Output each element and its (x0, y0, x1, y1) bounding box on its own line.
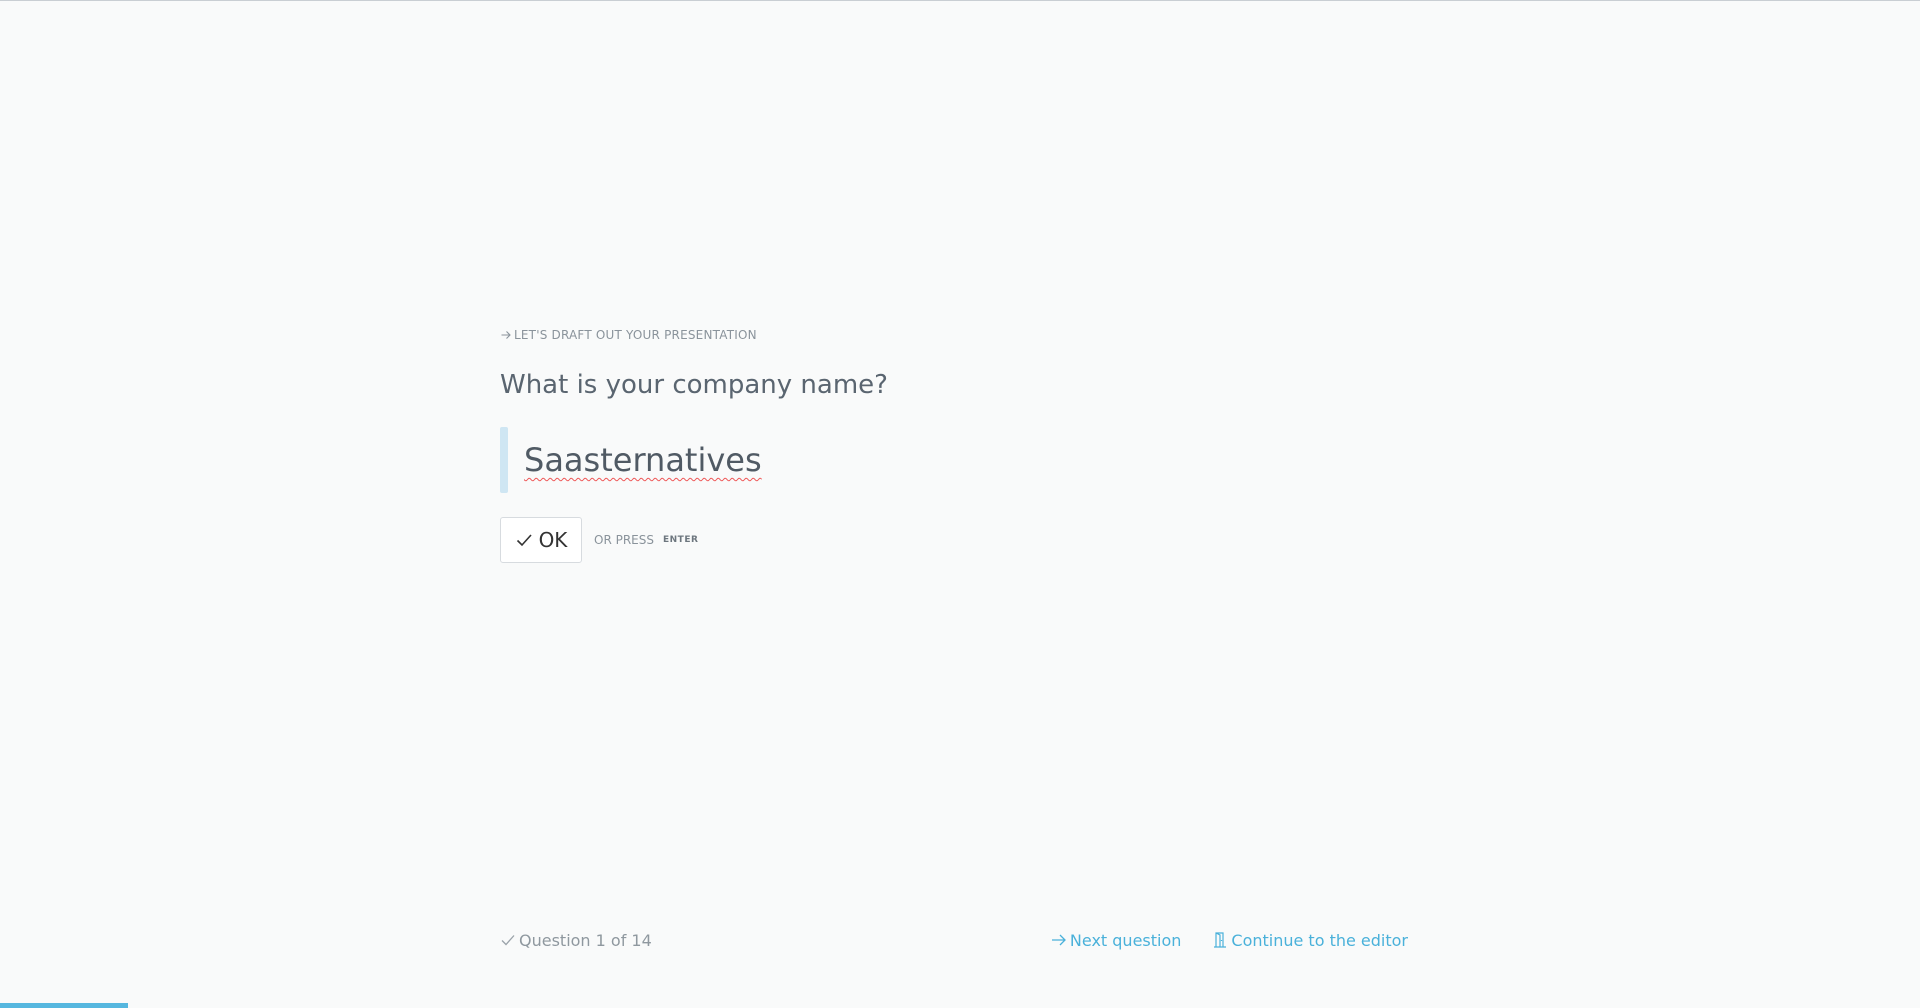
continue-to-editor-label: Continue to the editor (1231, 930, 1408, 950)
progress-bar (0, 1003, 1920, 1008)
section-label: Let's draft out your presentation (500, 326, 1500, 344)
next-question-label: Next question (1069, 930, 1182, 950)
answer-focus-bar (500, 427, 508, 493)
check-icon (501, 935, 515, 946)
next-question-link[interactable]: Next question (1050, 931, 1181, 950)
question-progress-label: Question 1 of 14 (519, 930, 652, 950)
answer-actions: OK or press Enter (500, 517, 1500, 563)
question-block: Let's draft out your presentation What i… (500, 326, 1500, 563)
footer-links: Next question Continue to the editor (1050, 931, 1408, 950)
question-title: What is your company name? (500, 370, 888, 400)
continue-to-editor-link[interactable]: Continue to the editor (1211, 931, 1408, 950)
or-press-hint: or press (594, 533, 654, 547)
progress-bar-fill (0, 1003, 129, 1008)
arrow-right-icon (501, 331, 511, 339)
company-name-input[interactable] (524, 438, 1124, 482)
ok-button-label: OK (538, 528, 568, 552)
check-icon (516, 534, 532, 547)
question-progress: Question 1 of 14 (500, 931, 652, 950)
ok-button[interactable]: OK (500, 517, 582, 563)
footer: Question 1 of 14 Next question Continue … (500, 928, 1408, 952)
door-icon (1214, 932, 1227, 948)
section-label-text: Let's draft out your presentation (514, 328, 757, 342)
arrow-right-icon (1051, 934, 1066, 946)
top-divider (0, 0, 1920, 1)
enter-key-hint: Enter (663, 535, 699, 545)
answer-field-wrapper (500, 427, 1500, 493)
